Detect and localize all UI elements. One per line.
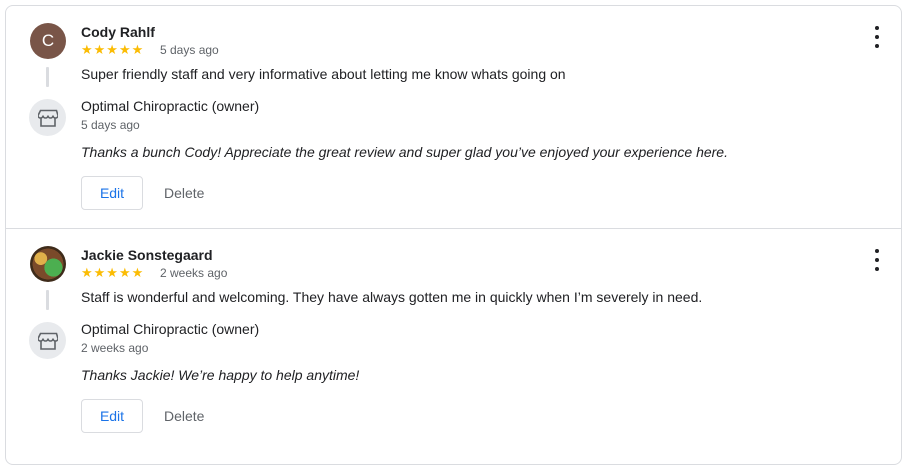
reviewer-avatar[interactable]: C	[30, 23, 66, 59]
delete-button[interactable]: Delete	[156, 399, 212, 433]
thread-line	[46, 67, 49, 87]
owner-name: Optimal Chiropractic (owner)	[81, 98, 260, 114]
owner-name: Optimal Chiropractic (owner)	[81, 321, 260, 337]
owner-reply-time: 5 days ago	[81, 118, 140, 132]
review-item: Jackie Sonstegaard ★★★★★ 2 weeks ago Sta…	[6, 228, 901, 451]
reviews-card: C Cody Rahlf ★★★★★ 5 days ago Super frie…	[5, 5, 902, 465]
review-item: C Cody Rahlf ★★★★★ 5 days ago Super frie…	[6, 6, 901, 228]
edit-button[interactable]: Edit	[81, 176, 143, 210]
edit-button[interactable]: Edit	[81, 399, 143, 433]
star-rating: ★★★★★	[81, 265, 145, 280]
owner-reply-text: Thanks a bunch Cody! Appreciate the grea…	[81, 144, 728, 160]
storefront-icon	[29, 322, 66, 359]
review-text: Super friendly staff and very informativ…	[81, 66, 566, 82]
star-rating: ★★★★★	[81, 42, 145, 57]
review-time: 2 weeks ago	[160, 266, 228, 280]
thread-line	[46, 290, 49, 310]
more-vert-icon[interactable]	[869, 249, 885, 271]
reviewer-avatar[interactable]	[30, 246, 66, 282]
storefront-icon	[29, 99, 66, 136]
review-time: 5 days ago	[160, 43, 219, 57]
delete-button[interactable]: Delete	[156, 176, 212, 210]
owner-reply-time: 2 weeks ago	[81, 341, 149, 355]
more-vert-icon[interactable]	[869, 26, 885, 48]
review-text: Staff is wonderful and welcoming. They h…	[81, 289, 703, 305]
owner-reply-text: Thanks Jackie! We’re happy to help anyti…	[81, 367, 360, 383]
reviewer-name[interactable]: Cody Rahlf	[81, 24, 155, 40]
reviewer-name[interactable]: Jackie Sonstegaard	[81, 247, 213, 263]
